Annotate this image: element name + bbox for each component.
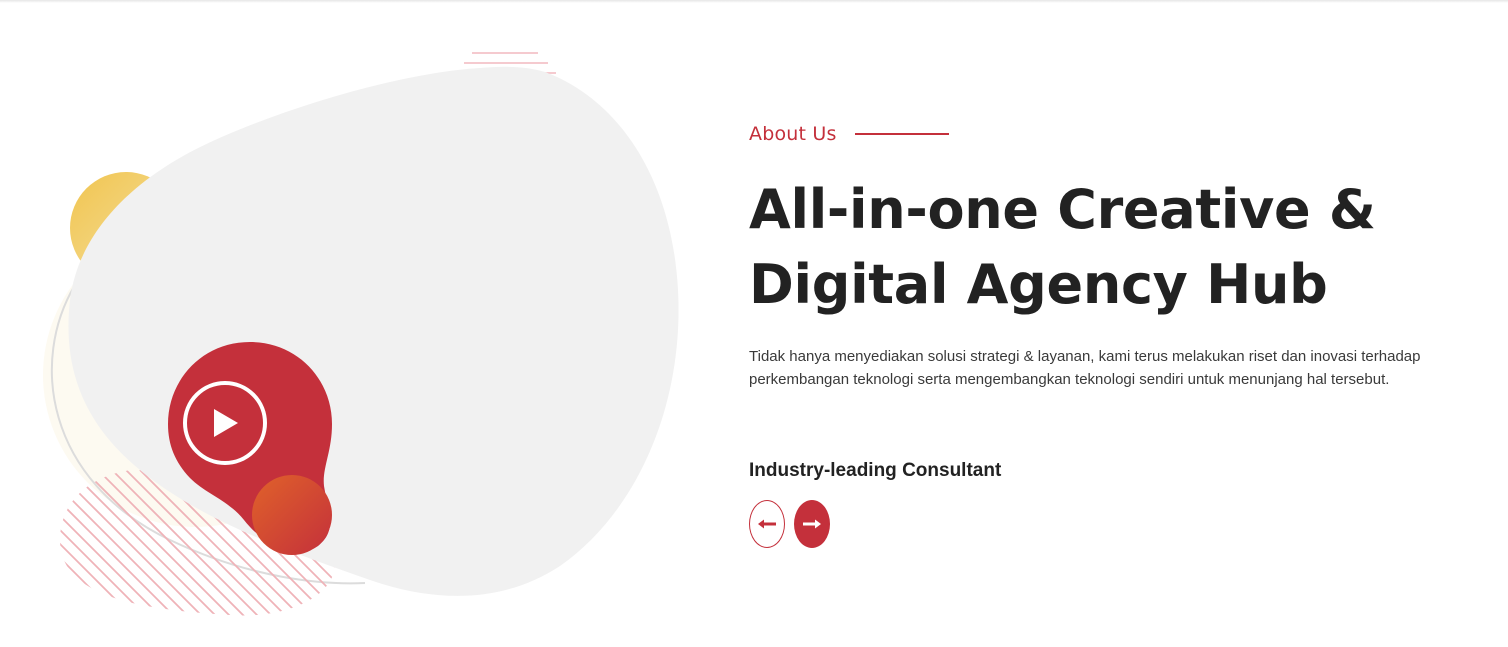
decor-orange-circle <box>252 475 332 555</box>
section-eyebrow: About Us <box>749 123 949 145</box>
title-line-1: All-in-one Creative & <box>749 178 1376 241</box>
arrow-left-icon <box>758 519 776 529</box>
about-description: Tidak hanya menyediakan solusi strategi … <box>749 348 1421 388</box>
next-slide-button[interactable] <box>794 500 830 548</box>
eyebrow-divider <box>854 133 949 135</box>
slide-title: Industry-leading Consultant <box>749 460 1002 481</box>
prev-slide-button[interactable] <box>749 500 785 548</box>
title-line-2: Digital Agency Hub <box>749 253 1328 316</box>
about-illustration <box>0 0 700 647</box>
arrow-right-icon <box>803 519 821 529</box>
eyebrow-label: About Us <box>749 123 837 145</box>
about-section: About Us All-in-one Creative & Digital A… <box>0 0 1508 647</box>
page-title: All-in-one Creative & Digital Agency Hub <box>749 172 1469 322</box>
